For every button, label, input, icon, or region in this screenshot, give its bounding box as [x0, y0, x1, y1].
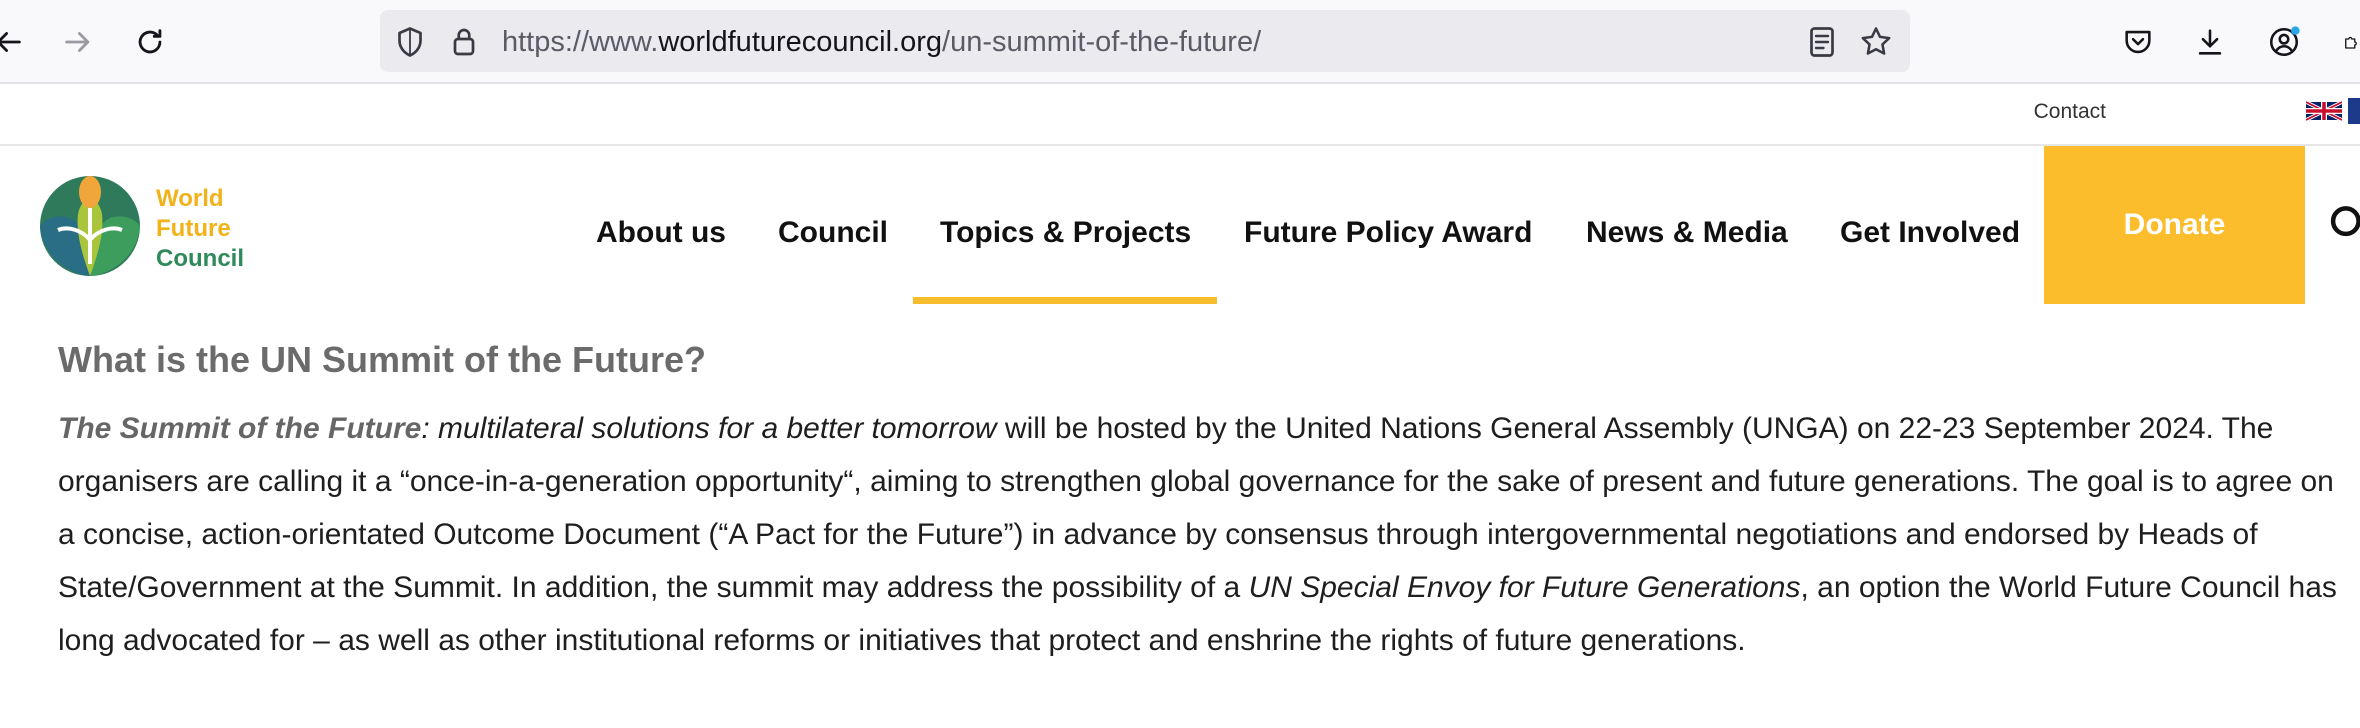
summit-title-bold: The Summit of the Future: [58, 412, 422, 445]
donate-button[interactable]: Donate: [2044, 146, 2305, 304]
puzzle-icon: [2345, 36, 2357, 49]
lock-icon[interactable]: [446, 24, 482, 60]
url-prefix: https://www.: [502, 26, 659, 58]
download-icon: [2198, 29, 2222, 55]
reload-button[interactable]: [128, 20, 172, 64]
contact-link[interactable]: Contact: [2034, 100, 2106, 124]
pocket-button[interactable]: [2116, 20, 2160, 64]
nav-get-involved[interactable]: Get Involved: [1840, 216, 2020, 250]
url-path: /un-summit-of-the-future/: [942, 26, 1262, 58]
browser-toolbar: https://www.worldfuturecouncil.org/un-su…: [0, 0, 2360, 84]
back-arrow-icon: [0, 32, 21, 52]
shield-icon[interactable]: [392, 24, 428, 60]
account-icon: [2269, 26, 2300, 57]
reload-icon: [138, 29, 162, 54]
forward-button[interactable]: [56, 20, 100, 64]
uk-flag-icon[interactable]: [2306, 98, 2342, 124]
nav-council[interactable]: Council: [778, 216, 888, 250]
account-button[interactable]: [2262, 20, 2306, 64]
url-text[interactable]: https://www.worldfuturecouncil.org/un-su…: [502, 24, 1261, 60]
back-button[interactable]: [0, 20, 30, 64]
special-envoy-italic: UN Special Envoy for Future Generations: [1248, 571, 1801, 604]
nav-future-policy-award[interactable]: Future Policy Award: [1244, 216, 1532, 250]
bookmark-star-icon[interactable]: [1858, 24, 1894, 60]
nav-active-indicator: [913, 297, 1217, 304]
nav-topics-projects[interactable]: Topics & Projects: [940, 216, 1191, 250]
nav-about-us[interactable]: About us: [596, 216, 726, 250]
site-top-strip: [0, 84, 2360, 146]
forward-arrow-icon: [65, 32, 90, 52]
search-icon[interactable]: [2326, 202, 2360, 246]
reader-view-icon[interactable]: [1804, 24, 1840, 60]
article-heading: What is the UN Summit of the Future?: [58, 339, 706, 380]
url-domain: worldfuturecouncil.org: [658, 26, 943, 58]
nav-news-media[interactable]: News & Media: [1586, 216, 1788, 250]
logo-word-future: Future: [156, 215, 231, 242]
summit-subtitle-italic: : multilateral solutions for a better to…: [421, 412, 997, 445]
logo-word-world: World: [156, 185, 224, 212]
pocket-icon: [2125, 30, 2151, 54]
logo-word-council: Council: [156, 245, 244, 272]
world-future-council-logo-icon[interactable]: [36, 174, 148, 276]
downloads-button[interactable]: [2188, 20, 2232, 64]
extensions-button[interactable]: [2334, 20, 2360, 64]
article-paragraph: The Summit of the Future: multilateral s…: [58, 402, 2348, 667]
url-bar[interactable]: https://www.worldfuturecouncil.org/un-su…: [380, 10, 1910, 72]
logo-wordmark[interactable]: World Future Council: [156, 184, 244, 274]
language-flag-icon[interactable]: [2348, 98, 2360, 124]
article-content: What is the UN Summit of the Future? The…: [58, 336, 2348, 667]
